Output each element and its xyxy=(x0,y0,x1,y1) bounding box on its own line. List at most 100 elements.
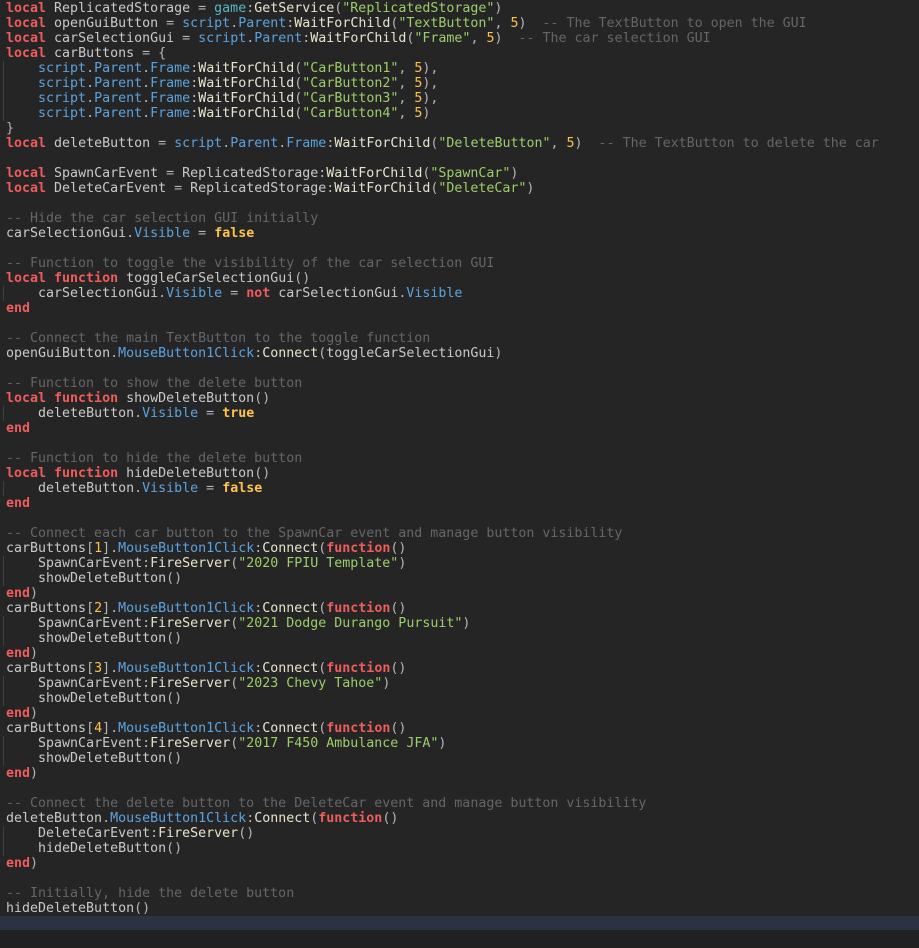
code-line[interactable]: -- Function to show the delete button xyxy=(0,376,919,391)
code-line[interactable] xyxy=(0,196,919,211)
code-line[interactable]: -- Connect the main TextButton to the to… xyxy=(0,331,919,346)
code-line[interactable] xyxy=(0,316,919,331)
code-token-keyword: end xyxy=(6,586,30,601)
code-line[interactable]: end xyxy=(0,421,919,436)
code-line[interactable]: end xyxy=(0,301,919,316)
code-token-keyword: local function xyxy=(6,271,126,286)
code-line[interactable] xyxy=(0,511,919,526)
code-token-string: "CarButton2" xyxy=(302,76,398,91)
code-token-method: FireServer xyxy=(150,556,230,571)
code-token-property: Visible xyxy=(142,481,198,496)
code-line[interactable]: -- Function to hide the delete button xyxy=(0,451,919,466)
code-line[interactable] xyxy=(0,241,919,256)
code-token-punctuation: = { xyxy=(134,46,166,61)
code-line[interactable]: local carButtons = { xyxy=(0,46,919,61)
code-line[interactable]: script.Parent.Frame:WaitForChild("CarBut… xyxy=(0,91,919,106)
code-token-property: Frame xyxy=(150,91,190,106)
code-line[interactable]: local carSelectionGui = script.Parent:Wa… xyxy=(0,31,919,46)
code-line[interactable]: deleteButton.Visible = true xyxy=(0,406,919,421)
code-line[interactable]: carSelectionGui.Visible = not carSelecti… xyxy=(0,286,919,301)
code-token-punctuation xyxy=(6,571,38,586)
code-line[interactable]: SpawnCarEvent:FireServer("2017 F450 Ambu… xyxy=(0,736,919,751)
code-token-punctuation: = xyxy=(222,286,246,301)
code-line[interactable]: -- Initially, hide the delete button xyxy=(0,886,919,901)
code-token-identifier: ReplicatedStorage xyxy=(190,181,326,196)
code-token-identifier: ReplicatedStorage xyxy=(54,1,190,16)
code-line[interactable]: showDeleteButton() xyxy=(0,691,919,706)
code-line[interactable]: local function toggleCarSelectionGui() xyxy=(0,271,919,286)
code-line[interactable]: SpawnCarEvent:FireServer("2020 FPIU Temp… xyxy=(0,556,919,571)
code-line[interactable]: showDeleteButton() xyxy=(0,571,919,586)
code-token-method: WaitForChild xyxy=(334,181,430,196)
code-line[interactable]: local function hideDeleteButton() xyxy=(0,466,919,481)
code-line[interactable]: } xyxy=(0,121,919,136)
code-line[interactable]: hideDeleteButton() xyxy=(0,841,919,856)
code-line[interactable]: -- Function to toggle the visibility of … xyxy=(0,256,919,271)
code-token-number: 3 xyxy=(94,661,102,676)
code-token-punctuation: : xyxy=(190,91,198,106)
code-line[interactable]: local openGuiButton = script.Parent:Wait… xyxy=(0,16,919,31)
code-line[interactable]: DeleteCarEvent:FireServer() xyxy=(0,826,919,841)
code-token-punctuation xyxy=(6,631,38,646)
code-line[interactable]: showDeleteButton() xyxy=(0,631,919,646)
code-area[interactable]: local ReplicatedStorage = game:GetServic… xyxy=(0,0,919,931)
code-token-punctuation: ) xyxy=(30,586,38,601)
code-line[interactable]: SpawnCarEvent:FireServer("2023 Chevy Tah… xyxy=(0,676,919,691)
code-line[interactable]: script.Parent.Frame:WaitForChild("CarBut… xyxy=(0,76,919,91)
code-line[interactable]: carButtons[4].MouseButton1Click:Connect(… xyxy=(0,721,919,736)
code-line[interactable] xyxy=(0,361,919,376)
code-line[interactable]: -- Hide the car selection GUI initially xyxy=(0,211,919,226)
code-line[interactable]: local ReplicatedStorage = game:GetServic… xyxy=(0,1,919,16)
code-token-property: script xyxy=(38,91,86,106)
code-token-punctuation: . xyxy=(86,91,94,106)
code-line[interactable]: hideDeleteButton() xyxy=(0,901,919,916)
code-line[interactable]: end) xyxy=(0,586,919,601)
code-token-punctuation: : xyxy=(142,616,150,631)
code-token-punctuation xyxy=(6,691,38,706)
code-token-punctuation: , xyxy=(398,61,414,76)
code-line[interactable]: carButtons[3].MouseButton1Click:Connect(… xyxy=(0,661,919,676)
code-token-punctuation: ) xyxy=(462,616,470,631)
code-line[interactable]: script.Parent.Frame:WaitForChild("CarBut… xyxy=(0,106,919,121)
code-token-method: WaitForChild xyxy=(198,91,294,106)
code-line[interactable]: deleteButton.MouseButton1Click:Connect(f… xyxy=(0,811,919,826)
code-line[interactable]: end) xyxy=(0,856,919,871)
code-line[interactable]: local DeleteCarEvent = ReplicatedStorage… xyxy=(0,181,919,196)
code-line[interactable]: SpawnCarEvent:FireServer("2021 Dodge Dur… xyxy=(0,616,919,631)
code-line[interactable]: showDeleteButton() xyxy=(0,751,919,766)
code-token-punctuation: ) xyxy=(510,166,518,181)
code-editor[interactable]: local ReplicatedStorage = game:GetServic… xyxy=(0,0,919,948)
code-line[interactable]: script.Parent.Frame:WaitForChild("CarBut… xyxy=(0,61,919,76)
code-line[interactable]: local function showDeleteButton() xyxy=(0,391,919,406)
code-token-keyword: local xyxy=(6,181,54,196)
code-line[interactable]: end xyxy=(0,496,919,511)
code-line[interactable]: openGuiButton.MouseButton1Click:Connect(… xyxy=(0,346,919,361)
code-line[interactable]: carButtons[2].MouseButton1Click:Connect(… xyxy=(0,601,919,616)
code-line[interactable]: end) xyxy=(0,706,919,721)
code-token-punctuation: . xyxy=(126,226,134,241)
code-token-punctuation: [ xyxy=(86,661,94,676)
code-line[interactable]: carSelectionGui.Visible = false xyxy=(0,226,919,241)
code-token-punctuation: ) xyxy=(518,16,526,31)
code-line[interactable]: end) xyxy=(0,646,919,661)
code-token-punctuation: . xyxy=(110,346,118,361)
current-line-highlight[interactable] xyxy=(0,916,919,931)
code-line[interactable] xyxy=(0,871,919,886)
code-token-method: WaitForChild xyxy=(310,31,406,46)
code-line[interactable]: -- Connect the delete button to the Dele… xyxy=(0,796,919,811)
code-token-property: Visible xyxy=(134,226,190,241)
code-line[interactable]: carButtons[1].MouseButton1Click:Connect(… xyxy=(0,541,919,556)
code-line[interactable] xyxy=(0,781,919,796)
code-line[interactable] xyxy=(0,151,919,166)
code-line[interactable]: deleteButton.Visible = false xyxy=(0,481,919,496)
code-token-property: Parent xyxy=(254,31,302,46)
code-token-string: "2023 Chevy Tahoe" xyxy=(238,676,382,691)
code-line[interactable] xyxy=(0,436,919,451)
code-line[interactable]: end) xyxy=(0,766,919,781)
code-token-identifier: deleteButton xyxy=(6,811,102,826)
code-token-punctuation: () xyxy=(294,271,310,286)
code-line[interactable]: local SpawnCarEvent = ReplicatedStorage:… xyxy=(0,166,919,181)
code-token-identifier: carButtons xyxy=(6,721,86,736)
code-line[interactable]: -- Connect each car button to the SpawnC… xyxy=(0,526,919,541)
code-line[interactable]: local deleteButton = script.Parent.Frame… xyxy=(0,136,919,151)
